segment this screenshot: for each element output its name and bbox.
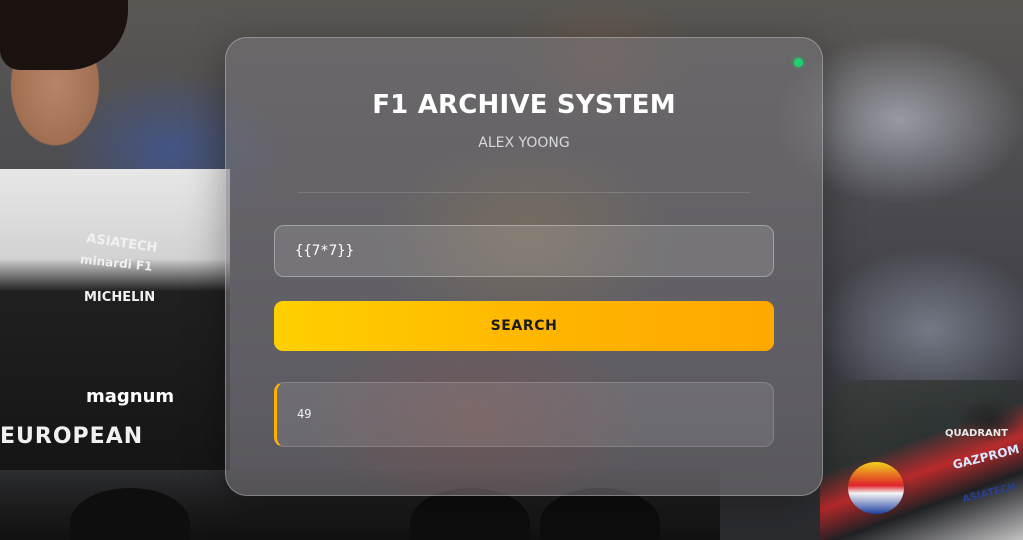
sponsor-logo: magnum [86, 386, 175, 407]
result-text: 49 [297, 407, 312, 421]
driver-helmet [848, 462, 904, 514]
page-title: F1 ARCHIVE SYSTEM [372, 90, 676, 120]
search-button[interactable]: SEARCH [274, 301, 774, 351]
search-input[interactable] [274, 225, 774, 277]
sponsor-logo: QUADRANT [945, 428, 1008, 439]
status-indicator-dot [794, 58, 803, 67]
sponsor-logo: MICHELIN [84, 290, 156, 305]
sponsor-logo: EUROPEAN [0, 424, 144, 449]
result-panel: 49 [274, 382, 774, 447]
divider [298, 192, 750, 193]
search-card: F1 ARCHIVE SYSTEM ALEX YOONG SEARCH 49 [225, 37, 823, 496]
page-subtitle: ALEX YOONG [478, 135, 570, 151]
